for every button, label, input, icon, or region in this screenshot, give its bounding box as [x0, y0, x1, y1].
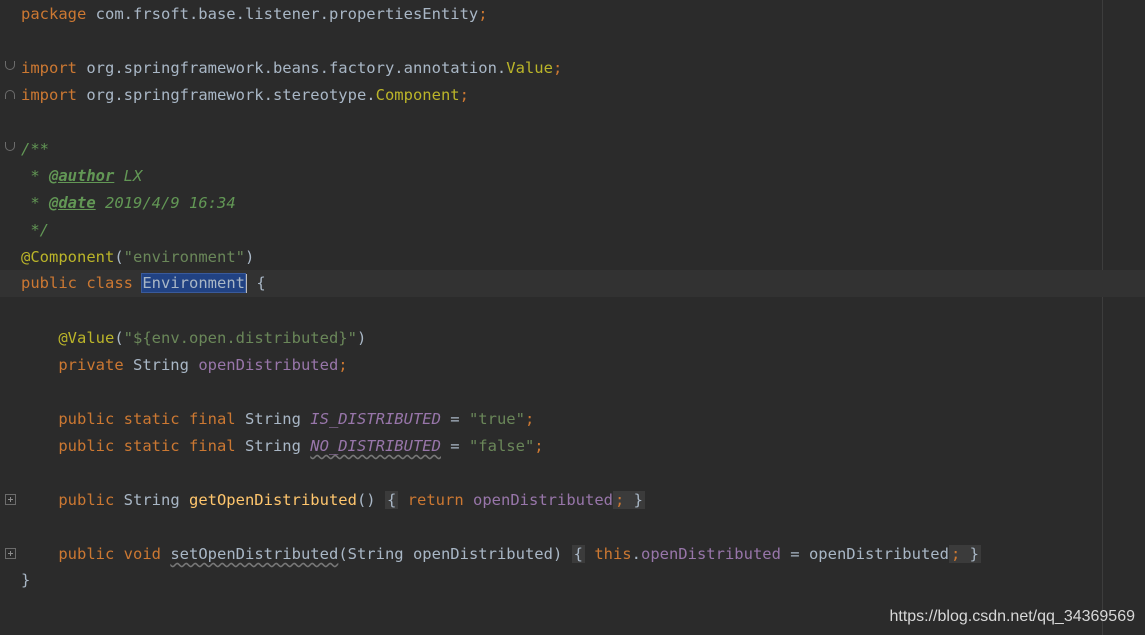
import-path: org.springframework.stereotype.	[77, 86, 376, 104]
semicolon: ;	[534, 437, 544, 455]
type-string: String	[123, 491, 189, 509]
void-keyword: void	[123, 545, 171, 563]
class-keywords: public class	[21, 274, 143, 292]
public-keyword: public	[58, 545, 124, 563]
class-name-selected[interactable]: Environment	[141, 273, 246, 293]
code-line-import-component[interactable]: import org.springframework.stereotype.Co…	[0, 82, 1145, 109]
semicolon: ;	[459, 86, 469, 104]
watermark-url: https://blog.csdn.net/qq_34369569	[889, 608, 1135, 625]
value-expression-string: "${env.open.distributed}"	[123, 329, 357, 347]
component-name-string: "environment"	[123, 248, 245, 266]
doc-author-tag[interactable]: @author	[49, 167, 114, 185]
code-line-no-distributed[interactable]: public static final String NO_DISTRIBUTE…	[0, 433, 1145, 460]
doc-comment-open: /**	[21, 140, 49, 158]
this-keyword: this	[594, 545, 632, 563]
doc-author-value: LX	[114, 167, 143, 185]
open-brace: {	[246, 274, 266, 292]
code-line-value-annotation[interactable]: @Value("${env.open.distributed}")	[0, 325, 1145, 352]
return-keyword: return	[407, 491, 473, 509]
code-line-setter[interactable]: public void setOpenDistributed(String op…	[0, 541, 1145, 568]
value-annotation[interactable]: @Value	[58, 329, 114, 347]
package-name: com.frsoft.base.listener.propertiesEntit…	[86, 5, 479, 23]
code-line-class-declaration[interactable]: public class Environment {	[0, 270, 1145, 297]
package-keyword: package	[21, 5, 87, 23]
field-open-distributed[interactable]: openDistributed	[198, 356, 338, 374]
doc-star: *	[21, 167, 49, 185]
code-editor[interactable]: package com.frsoft.base.listener.propert…	[0, 0, 1145, 635]
type-string: String	[244, 410, 311, 428]
code-line-getter[interactable]: public String getOpenDistributed() { ret…	[0, 487, 1145, 514]
constant-is-distributed[interactable]: IS_DISTRIBUTED	[310, 410, 441, 428]
assign-operator: =	[440, 437, 469, 455]
code-line-doc-close[interactable]: */	[0, 217, 1145, 244]
field-reference: openDistributed	[473, 491, 613, 509]
public-keyword: public	[58, 491, 124, 509]
code-line-is-distributed[interactable]: public static final String IS_DISTRIBUTE…	[0, 406, 1145, 433]
constant-no-distributed[interactable]: NO_DISTRIBUTED	[310, 437, 441, 455]
code-line-component-annotation[interactable]: @Component("environment")	[0, 244, 1145, 271]
setter-assign: = openDistributed	[780, 545, 949, 563]
folded-brace-close[interactable]: ; }	[612, 491, 645, 509]
import-class: Component	[375, 86, 460, 104]
code-line-doc-author[interactable]: * @author LX	[0, 163, 1145, 190]
semicolon: ;	[338, 356, 348, 374]
code-line-package[interactable]: package com.frsoft.base.listener.propert…	[0, 1, 1145, 28]
close-brace: }	[21, 571, 31, 589]
folded-brace-open[interactable]: {	[384, 491, 399, 509]
folded-brace-close[interactable]: ; }	[948, 545, 981, 563]
setter-method-name[interactable]: setOpenDistributed	[170, 545, 338, 563]
import-keyword: import	[21, 86, 77, 104]
field-reference: openDistributed	[640, 545, 781, 563]
private-keyword: private	[58, 356, 133, 374]
folded-brace-open[interactable]: {	[571, 545, 585, 563]
semicolon: ;	[552, 59, 563, 77]
doc-star: *	[21, 194, 49, 212]
string-true: "true"	[468, 410, 525, 428]
code-line-import-value[interactable]: import org.springframework.beans.factory…	[0, 55, 1145, 82]
code-line-doc-date[interactable]: * @date 2019/4/9 16:34	[0, 190, 1145, 217]
code-line-class-close[interactable]: }	[0, 567, 1145, 594]
string-false: "false"	[468, 437, 535, 455]
getter-method-name[interactable]: getOpenDistributed	[189, 491, 357, 509]
setter-params: (String openDistributed)	[338, 545, 563, 563]
doc-date-tag[interactable]: @date	[49, 194, 96, 212]
doc-comment-close: */	[21, 221, 49, 239]
import-class: Value	[506, 59, 553, 77]
code-line-doc-open[interactable]: /**	[0, 136, 1145, 163]
semicolon: ;	[524, 410, 535, 428]
getter-params: ()	[356, 491, 376, 509]
type-string: String	[132, 356, 199, 374]
import-keyword: import	[21, 59, 77, 77]
type-string: String	[244, 437, 311, 455]
assign-operator: =	[440, 410, 469, 428]
code-line-field-declaration[interactable]: private String openDistributed;	[0, 352, 1145, 379]
doc-date-value: 2019/4/9 16:34	[95, 194, 236, 212]
semicolon: ;	[478, 5, 488, 23]
component-annotation[interactable]: @Component	[21, 248, 114, 266]
public-static-final-keywords: public static final	[58, 410, 245, 428]
import-path: org.springframework.beans.factory.annota…	[77, 59, 507, 77]
public-static-final-keywords: public static final	[58, 437, 245, 455]
